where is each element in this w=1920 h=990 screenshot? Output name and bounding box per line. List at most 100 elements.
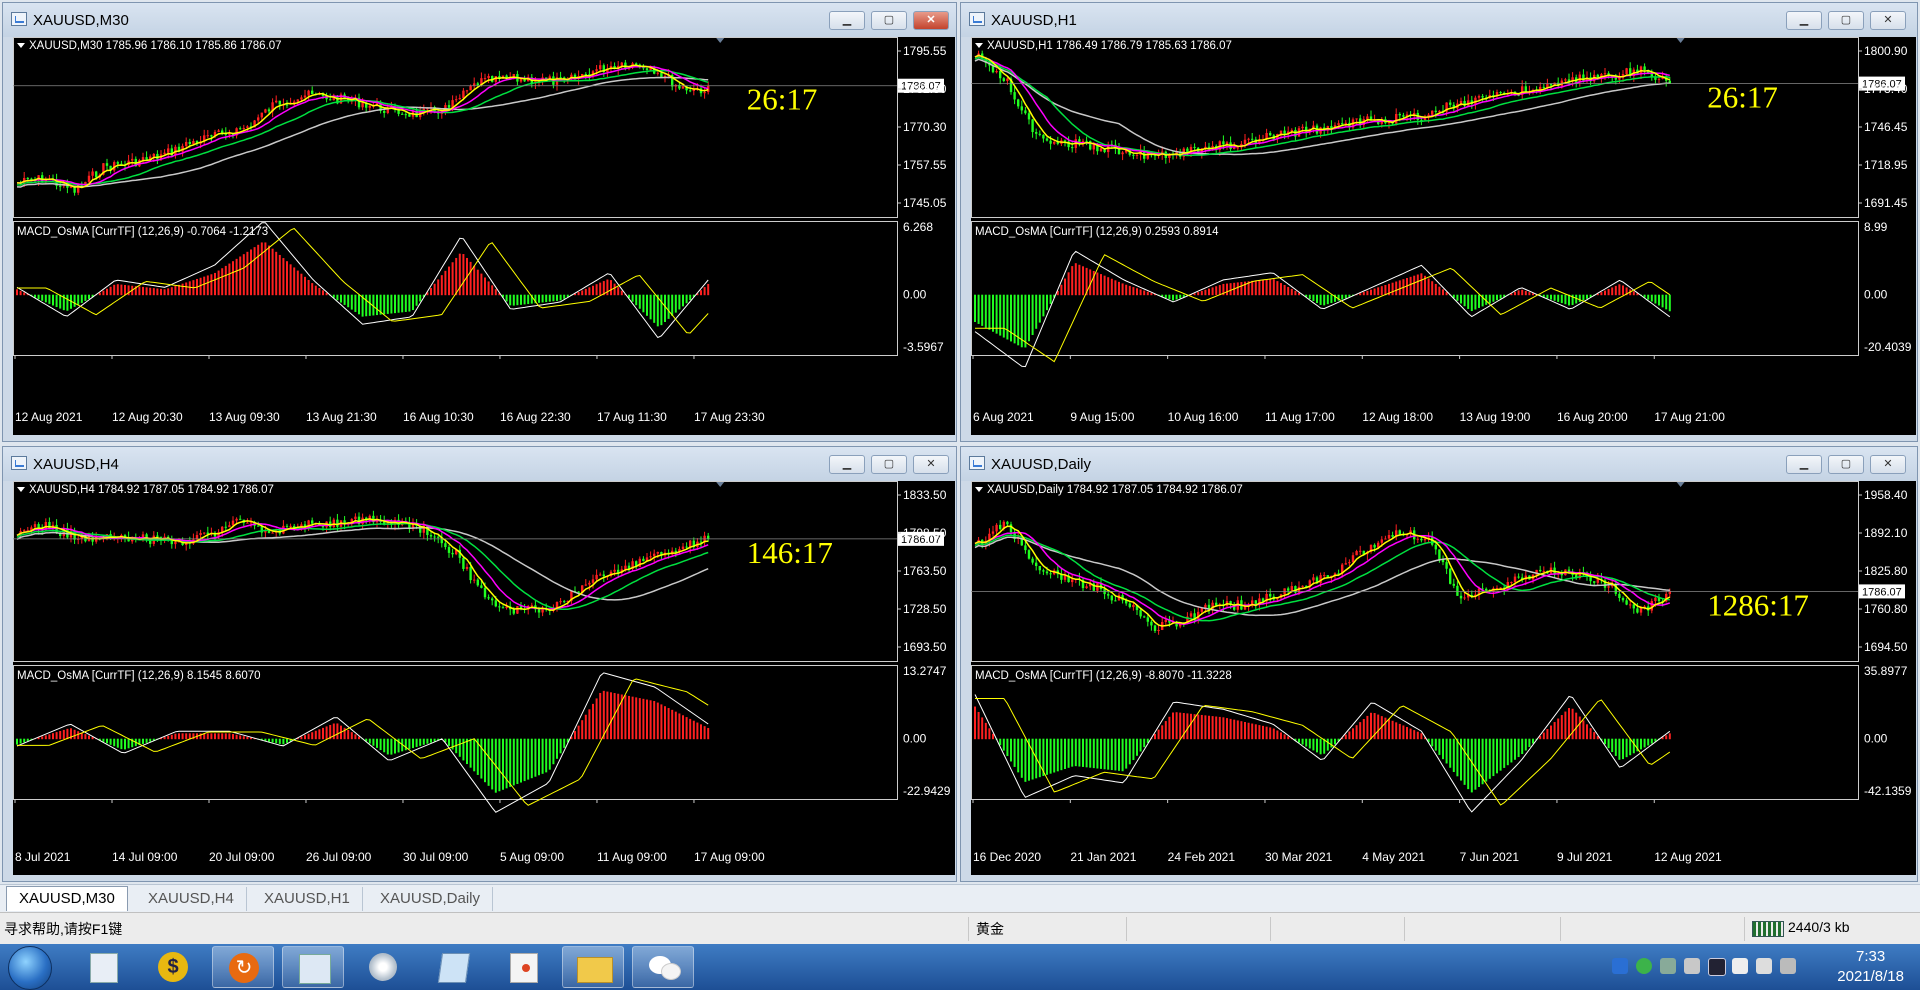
macd-bar <box>113 284 116 296</box>
window-titlebar[interactable]: XAUUSD,Daily ▁ ▢ ✕ <box>961 447 1917 481</box>
macd-bar <box>1341 294 1344 300</box>
tab-xauusd-h1[interactable]: XAUUSD,H1 <box>252 887 363 911</box>
candle-body <box>33 524 37 528</box>
macd-bar <box>653 294 656 323</box>
monitor-icon[interactable] <box>1708 958 1726 976</box>
wechat-app-icon[interactable] <box>632 946 694 988</box>
candle-body <box>1657 78 1661 80</box>
macd-bar <box>1521 738 1524 755</box>
start-orb-icon[interactable] <box>8 946 52 990</box>
minimize-button[interactable]: ▁ <box>1786 11 1822 30</box>
paint-app-icon[interactable] <box>492 946 554 988</box>
shield-icon[interactable] <box>1612 958 1628 974</box>
wechat-tray-icon[interactable] <box>1636 958 1652 974</box>
macd-bar <box>257 244 260 296</box>
network-tray-icon[interactable] <box>1660 958 1676 974</box>
disc-app-icon[interactable] <box>352 946 414 988</box>
macd-bar <box>1409 276 1412 296</box>
candle-body <box>1290 586 1293 591</box>
chart-canvas[interactable]: 1786.07 XAUUSD,M30 1785.96 1786.10 1785.8… <box>13 37 955 435</box>
candle-body <box>462 557 465 569</box>
macd-bar <box>1312 738 1315 751</box>
connection-bars-icon <box>1752 921 1784 937</box>
macd-bar <box>1031 738 1034 780</box>
macd-bar <box>1024 294 1027 348</box>
macd-bar <box>1085 738 1088 768</box>
macd-bar <box>606 691 609 740</box>
candle-body <box>336 519 339 527</box>
candle-body <box>1542 570 1545 572</box>
close-button[interactable]: ✕ <box>913 455 949 474</box>
minimize-button[interactable]: ▁ <box>829 11 865 30</box>
macd-bar <box>1038 294 1041 323</box>
candle-body <box>494 600 497 607</box>
macd-bar <box>617 287 620 296</box>
close-button[interactable]: ✕ <box>1870 455 1906 474</box>
candle-body <box>1135 154 1139 156</box>
maximize-button[interactable]: ▢ <box>1828 455 1864 474</box>
time-tick-label: 30 Jul 09:00 <box>403 850 469 864</box>
macd-bar <box>509 294 512 306</box>
macd-bar <box>80 294 83 303</box>
macd-bar <box>610 280 612 296</box>
chart-canvas[interactable]: 1786.07 XAUUSD,Daily 1784.92 1787.05 1784… <box>971 481 1916 875</box>
candle-body <box>1211 145 1214 148</box>
macd-bar <box>1521 289 1524 296</box>
macd-bar <box>1604 738 1606 745</box>
maximize-button[interactable]: ▢ <box>1828 11 1864 30</box>
close-button[interactable]: ✕ <box>913 11 949 30</box>
macd-bar <box>433 283 436 296</box>
macd-tick-label: -20.4039 <box>1864 340 1912 354</box>
maximize-button[interactable]: ▢ <box>871 11 907 30</box>
macd-bar <box>52 294 54 306</box>
tab-xauusd-daily[interactable]: XAUUSD,Daily <box>368 887 494 911</box>
system-clock[interactable]: 7:33 2021/8/18 <box>1837 947 1904 987</box>
arrow-app-icon[interactable]: ↻ <box>212 946 274 988</box>
tab-xauusd-m30[interactable]: XAUUSD,M30 <box>6 886 128 911</box>
macd-bar <box>1143 738 1146 748</box>
input-method-icon[interactable] <box>1732 958 1748 974</box>
macd-bar <box>696 722 699 740</box>
window-titlebar[interactable]: XAUUSD,H1 ▁ ▢ ✕ <box>961 3 1917 37</box>
signal-icon[interactable] <box>1780 958 1796 974</box>
chart-window-daily[interactable]: XAUUSD,Daily ▁ ▢ ✕ 1786.07 XAUUSD,Daily 1… <box>960 446 1918 882</box>
dollar-app-icon[interactable]: $ <box>142 946 204 988</box>
window-titlebar[interactable]: XAUUSD,H4 ▁ ▢ ✕ <box>3 447 956 481</box>
tab-xauusd-h4[interactable]: XAUUSD,H4 <box>136 887 247 911</box>
candle-body <box>1146 617 1149 622</box>
chart-window-h4[interactable]: XAUUSD,H4 ▁ ▢ ✕ 1786.07 XAUUSD,H4 1784.92… <box>2 446 957 882</box>
candle-body <box>584 73 587 75</box>
candle-body <box>1031 558 1034 563</box>
macd-bar <box>271 738 274 743</box>
macd-bar <box>102 738 105 742</box>
macd-bar <box>1366 715 1369 740</box>
close-button[interactable]: ✕ <box>1870 11 1906 30</box>
macd-bar <box>689 294 692 301</box>
macd-bar <box>1218 285 1221 296</box>
candle-body <box>242 127 245 129</box>
candle-body <box>1233 147 1236 150</box>
macd-bar <box>1100 738 1102 769</box>
macd-bar <box>1082 738 1084 767</box>
macd-bar <box>368 294 371 316</box>
window-titlebar[interactable]: XAUUSD,M30 ▁ ▢ ✕ <box>3 3 956 37</box>
notebook-app-icon[interactable] <box>422 946 484 988</box>
mute-icon[interactable] <box>1756 958 1772 974</box>
macd-bar <box>1074 263 1077 296</box>
macd-bar <box>1640 738 1642 750</box>
macd-bar <box>116 284 119 296</box>
macd-bar <box>235 258 238 296</box>
contacts-app-icon[interactable] <box>72 946 134 988</box>
network-app-icon[interactable] <box>282 946 344 988</box>
chart-canvas[interactable]: 1786.07 XAUUSD,H4 1784.92 1787.05 1784.92… <box>13 481 955 875</box>
candle-body <box>559 601 562 603</box>
chart-canvas[interactable]: 1786.07 XAUUSD,H1 1786.49 1786.79 1785.63… <box>971 37 1916 435</box>
speaker-icon[interactable] <box>1684 958 1700 974</box>
chart-window-h1[interactable]: XAUUSD,H1 ▁ ▢ ✕ 1786.07 XAUUSD,H1 1786.49… <box>960 2 1918 442</box>
macd-bar <box>1625 738 1628 758</box>
folder-app-icon[interactable] <box>562 946 624 988</box>
chart-window-m30[interactable]: XAUUSD,M30 ▁ ▢ ✕ 1786.07 XAUUSD,M30 1785.… <box>2 2 957 442</box>
minimize-button[interactable]: ▁ <box>1786 455 1822 474</box>
maximize-button[interactable]: ▢ <box>871 455 907 474</box>
minimize-button[interactable]: ▁ <box>829 455 865 474</box>
